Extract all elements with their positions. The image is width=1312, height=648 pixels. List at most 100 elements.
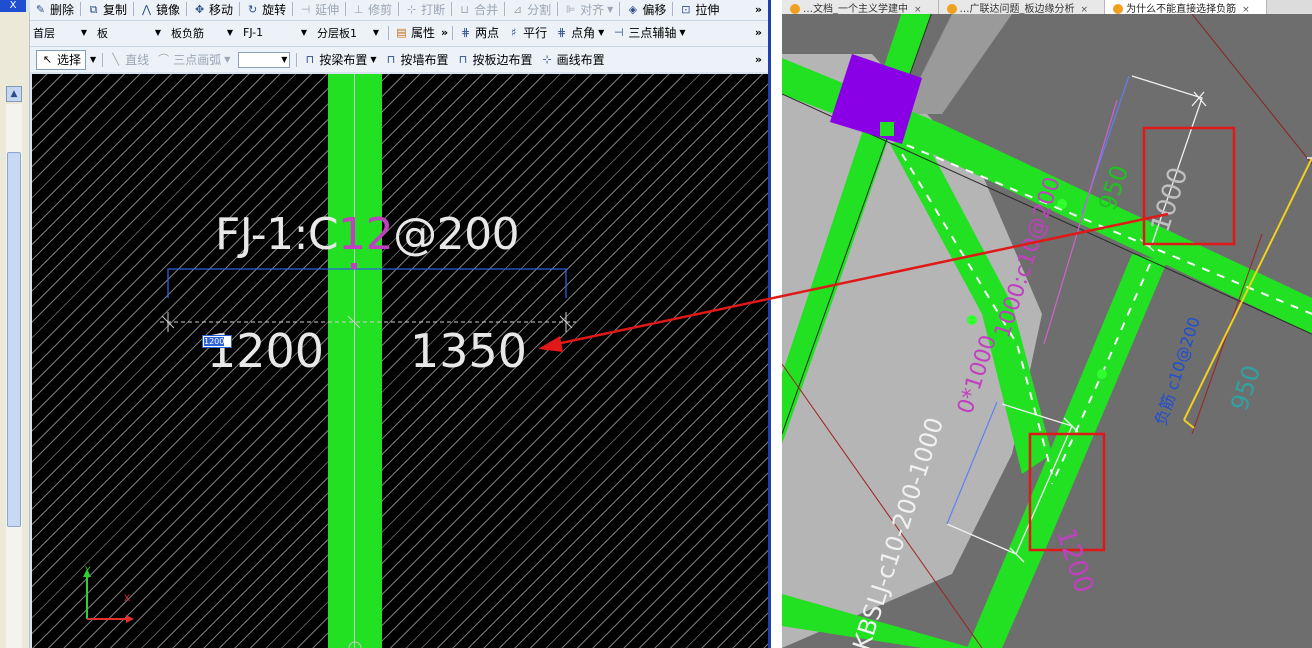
two-point-button[interactable]: ⋕ 两点: [455, 21, 503, 44]
subtype-select[interactable]: 板负筋 ▼: [168, 24, 236, 42]
scroll-thumb[interactable]: [7, 152, 21, 527]
window-gap: [771, 0, 782, 648]
move-label: 移动: [209, 2, 234, 17]
by-slab-edge-icon: ⊓: [458, 53, 468, 66]
by-beam-button[interactable]: ⊓ 按梁布置 ▼: [299, 47, 380, 72]
split-label: 分割: [527, 2, 552, 17]
mirror-button[interactable]: ⋀ 镜像: [136, 0, 184, 18]
vertical-scrollbar[interactable]: ▲: [6, 86, 22, 648]
two-point-icon: ⋕: [461, 26, 471, 39]
by-beam-label: 按梁布置: [319, 53, 368, 67]
extend-button[interactable]: ⊣ 延伸: [295, 0, 343, 18]
select-button[interactable]: ↖ 选择: [36, 49, 87, 70]
offset-button[interactable]: ◈ 偏移: [622, 0, 670, 18]
split-button[interactable]: ⊿ 分割: [507, 0, 555, 18]
toolbar-separator: [296, 52, 298, 67]
by-slab-edge-button[interactable]: ⊓ 按板边布置: [453, 47, 537, 72]
scroll-up-button[interactable]: ▲: [6, 86, 22, 102]
break-icon: ⊹: [407, 2, 417, 16]
tab-close-icon[interactable]: ×: [914, 5, 922, 14]
bottom-grip: [348, 641, 362, 648]
rebar-line: [167, 268, 567, 298]
toolbar-separator: [186, 2, 188, 16]
three-point-arc-button[interactable]: ⌒ 三点画弧 ▼: [153, 47, 234, 72]
point-angle-button[interactable]: ⋕ 点角 ▼: [551, 21, 608, 44]
overflow-icon[interactable]: »: [755, 26, 762, 39]
parallel-button[interactable]: ♯ 平行: [503, 21, 551, 44]
toolbar-separator: [102, 52, 104, 67]
split-icon: ⊿: [513, 2, 523, 16]
browser-tab[interactable]: …文档_一个主义学建中 ×: [782, 0, 939, 14]
three-point-axis-icon: ⊣: [614, 26, 624, 39]
eraser-label: 删除: [50, 2, 75, 17]
arc-parameter-combo[interactable]: ▼: [238, 51, 291, 68]
break-button[interactable]: ⊹ 打断: [401, 0, 449, 18]
drawing-canvas[interactable]: FJ-1:C12@200 1200 1350 1200 X Y: [32, 74, 768, 648]
two-point-label: 两点: [475, 26, 500, 40]
floor-select[interactable]: 首层 ▼: [30, 24, 90, 42]
dimension-edit-input[interactable]: 1200: [202, 335, 232, 348]
rotate-button[interactable]: ↻ 旋转: [242, 0, 290, 18]
browser-tab[interactable]: 为什么不能直接选择负筋 ×: [1105, 0, 1267, 14]
tab-close-icon[interactable]: ×: [1081, 5, 1089, 14]
toolbar-separator: [451, 2, 453, 16]
component-type-select[interactable]: 板 ▼: [94, 24, 164, 42]
properties-button[interactable]: ▤ 属性: [391, 21, 439, 44]
three-point-axis-label: 三点辅轴: [628, 26, 677, 40]
stretch-icon: ⊡: [681, 2, 691, 16]
browser-tab[interactable]: …广联达问题_板边缘分析 ×: [938, 0, 1106, 14]
align-button[interactable]: ⊫ 对齐 ▼: [560, 0, 617, 18]
chevron-down-icon: ▼: [607, 4, 614, 14]
extend-icon: ⊣: [300, 2, 311, 16]
by-wall-button[interactable]: ⊓ 按墙布置: [381, 47, 453, 72]
tab-label: …广联达问题_板边缘分析: [959, 4, 1075, 14]
chevron-down-icon: ▼: [224, 55, 231, 64]
cursor-icon: ↖: [42, 53, 53, 66]
dimension-overlay: [83, 263, 576, 648]
right-screenshot-window: …文档_一个主义学建中 × …广联达问题_板边缘分析 × 为什么不能直接选择负筋 ×: [782, 0, 1312, 648]
component-select[interactable]: FJ-1 ▼: [240, 24, 310, 42]
draw-line-label: 画线布置: [556, 53, 605, 67]
overflow-icon[interactable]: »: [755, 3, 762, 16]
merge-button[interactable]: ⊔ 合并: [454, 0, 502, 18]
arc-label: 三点画弧: [173, 53, 222, 67]
line-button[interactable]: ╲ 直线: [105, 47, 153, 72]
stretch-button[interactable]: ⊡ 拉伸: [675, 0, 723, 18]
drawing-toolbar: ↖ 选择 ▼ ╲ 直线 ⌒ 三点画弧 ▼ ▼ ⊓ 按梁布置 ▼ ⊓ 按墙布置 ⊓ 按板边布置…: [30, 46, 770, 72]
by-wall-icon: ⊓: [386, 53, 396, 66]
copy-button[interactable]: ⧉ 复制: [83, 0, 131, 18]
tab-favicon-icon: [1113, 4, 1124, 14]
draw-line-icon: ⊹: [542, 53, 552, 66]
overflow-icon[interactable]: »: [441, 26, 448, 39]
rebar-label[interactable]: FJ-1:C12@200: [215, 209, 520, 261]
toolbar-separator: [292, 2, 294, 16]
three-point-axis-button[interactable]: ⊣ 三点辅轴 ▼: [608, 21, 689, 44]
layer-select[interactable]: 分层板1 ▼: [314, 24, 382, 42]
grip-point: [880, 122, 894, 136]
align-label: 对齐: [580, 2, 605, 17]
tab-label: …文档_一个主义学建中: [803, 4, 908, 14]
scroll-track[interactable]: [6, 104, 22, 648]
trim-button[interactable]: ⊥ 修剪: [348, 0, 396, 18]
tab-close-icon[interactable]: ×: [1242, 5, 1250, 14]
by-slab-edge-label: 按板边布置: [472, 53, 533, 67]
draw-line-button[interactable]: ⊹ 画线布置: [537, 47, 609, 72]
dimension-left-value[interactable]: 1200: [207, 324, 324, 378]
edit-toolbar: ✎ 删除 ⧉ 复制 ⋀ 镜像 ✥ 移动 ↻ 旋转 ⊣ 延伸 ⊥ 修剪 ⊹ 打断 ⊔ 合并 ⊿ 分割 ⊫ 对齐 ▼ ◈ 偏移 ⊡ 拉伸…: [30, 0, 770, 18]
chevron-down-icon: ▼: [679, 28, 686, 37]
by-beam-icon: ⊓: [305, 53, 315, 66]
move-button[interactable]: ✥ 移动: [189, 0, 237, 18]
close-icon[interactable]: X: [0, 0, 26, 12]
chevron-down-icon: ▼: [598, 28, 605, 37]
chevron-down-icon: ▼: [370, 55, 377, 64]
eraser-button[interactable]: ✎ 删除: [30, 0, 78, 18]
trim-icon: ⊥: [353, 2, 364, 16]
overflow-icon[interactable]: »: [755, 53, 762, 66]
extend-label: 延伸: [315, 2, 340, 17]
toolbar-separator: [504, 2, 506, 16]
toolbar-separator: [388, 25, 389, 40]
dimension-right-value[interactable]: 1350: [410, 324, 527, 378]
properties-icon: ▤: [396, 26, 407, 39]
align-icon: ⊫: [565, 2, 576, 16]
chevron-down-icon[interactable]: ▼: [90, 55, 96, 64]
